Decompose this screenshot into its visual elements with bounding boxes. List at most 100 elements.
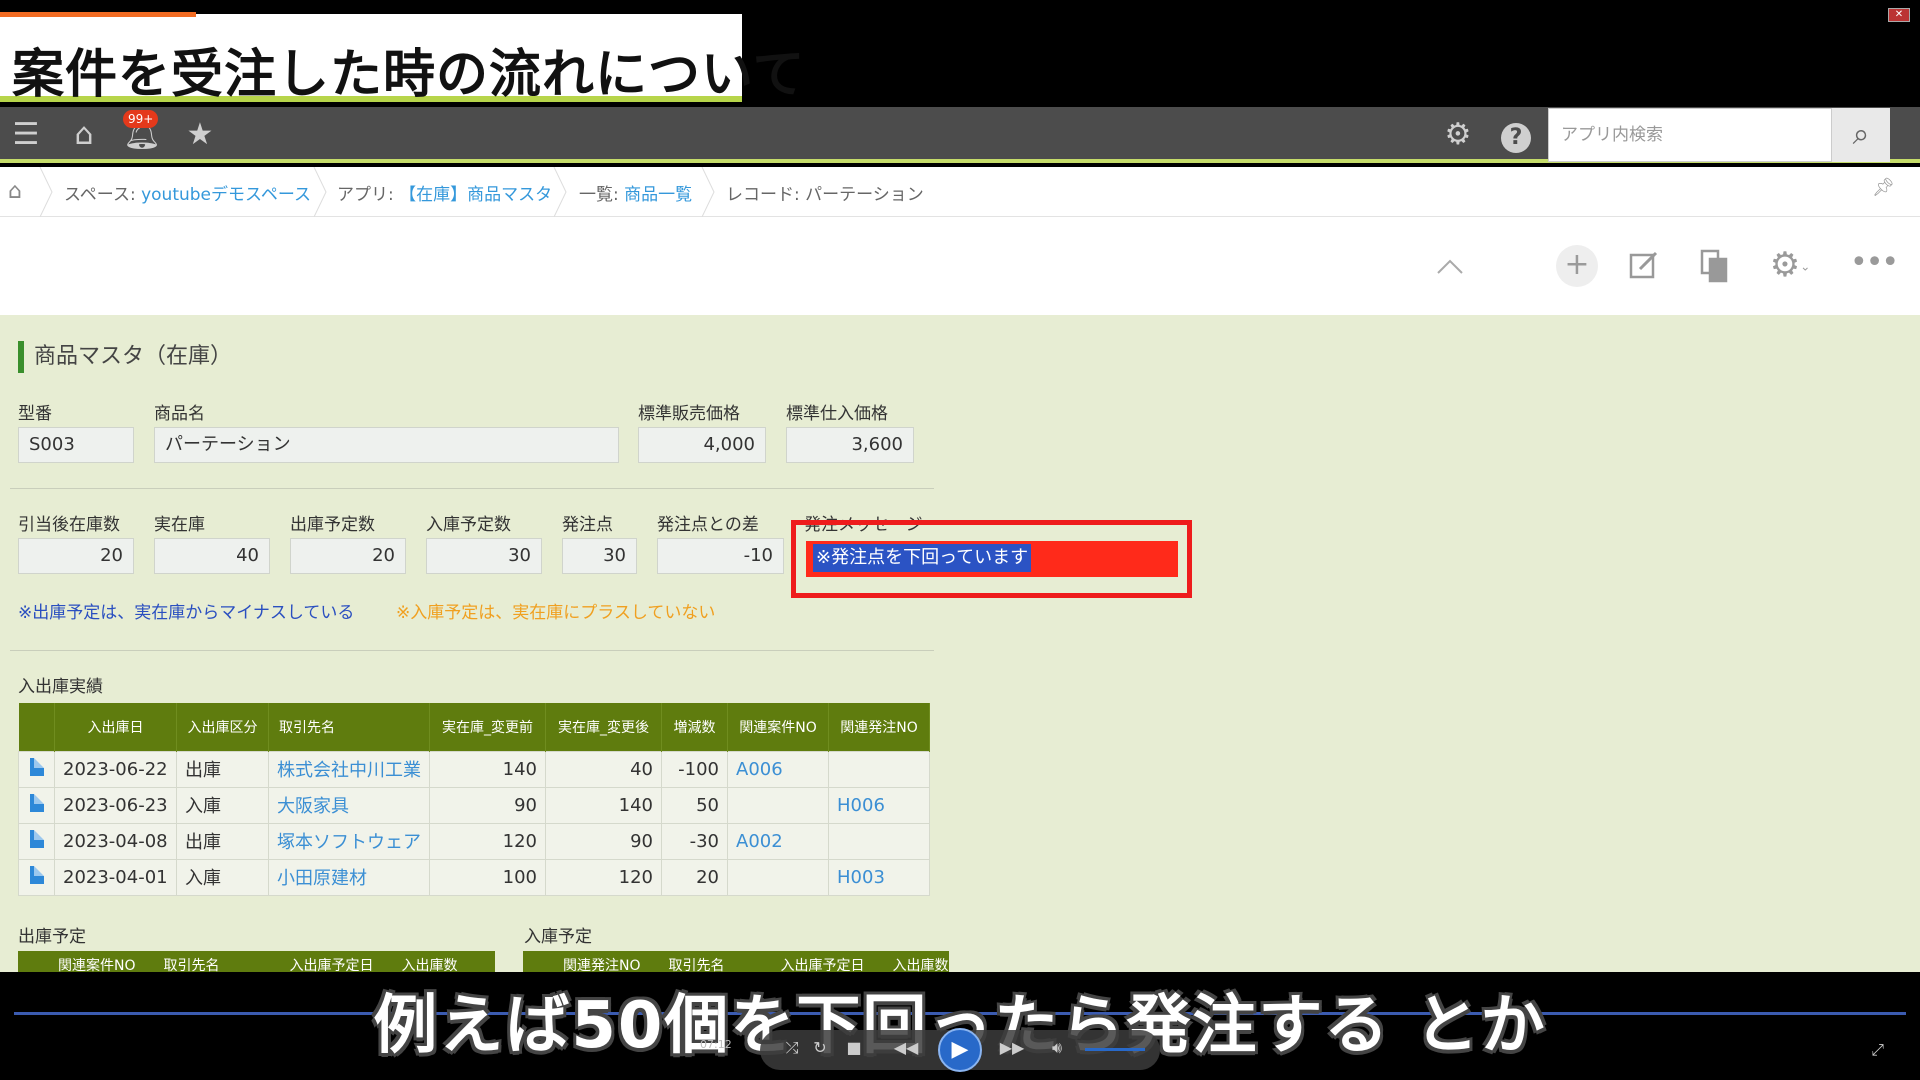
home-icon[interactable]: ⌂ bbox=[64, 115, 104, 155]
product-name-label: 商品名 bbox=[154, 404, 205, 424]
actual-stock-label: 実在庫 bbox=[154, 515, 205, 535]
out-plan-table-header: 関連案件NO 取引先名 入出庫予定日 入出庫数 bbox=[18, 951, 495, 972]
table-cell-partner-link[interactable]: 塚本ソフトウェア bbox=[268, 822, 430, 860]
breadcrumb-space-prefix: スペース: bbox=[64, 185, 142, 205]
record-file-icon[interactable] bbox=[18, 786, 55, 824]
collapse-chevron-icon[interactable] bbox=[1430, 247, 1470, 287]
breadcrumb-space[interactable]: スペース: youtubeデモスペース bbox=[64, 180, 311, 205]
table-header-icon-col bbox=[18, 703, 55, 751]
record-file-icon[interactable] bbox=[18, 750, 55, 788]
fullscreen-icon[interactable]: ⤢ bbox=[1871, 1040, 1884, 1060]
table-cell-date: 2023-06-23 bbox=[54, 786, 177, 824]
table-cell-case-link[interactable] bbox=[727, 786, 829, 824]
edit-record-icon[interactable] bbox=[1622, 243, 1666, 287]
table-cell-delta: 50 bbox=[661, 786, 728, 824]
table-cell-order-link[interactable]: H003 bbox=[828, 858, 930, 896]
reorder-point-field: 30 bbox=[562, 538, 637, 574]
gear-icon[interactable]: ⚙ bbox=[1438, 115, 1478, 155]
breadcrumb-app-link[interactable]: 【在庫】商品マスタ bbox=[399, 185, 552, 205]
table-cell-before: 120 bbox=[429, 822, 546, 860]
breadcrumb-list[interactable]: 一覧: 商品一覧 bbox=[579, 180, 692, 205]
record-toolbar: + ⚙⌄ ••• bbox=[0, 217, 1920, 315]
table-cell-after: 40 bbox=[545, 750, 662, 788]
volume-slider[interactable] bbox=[1085, 1048, 1145, 1051]
table-cell-type: 出庫 bbox=[176, 822, 269, 860]
play-icon[interactable]: ▶ bbox=[938, 1028, 982, 1072]
add-record-icon[interactable]: + bbox=[1556, 245, 1598, 287]
table-cell-case-link[interactable]: A006 bbox=[727, 750, 829, 788]
app-search-input[interactable]: アプリ内検索 bbox=[1548, 108, 1832, 162]
product-name-field: パーテーション bbox=[154, 427, 619, 463]
after-stock-field: 20 bbox=[18, 538, 134, 574]
table-header: 関連発注NO bbox=[828, 703, 930, 751]
table-row[interactable]: 2023-04-08 出庫 塚本ソフトウェア 120 90 -30 A002 bbox=[18, 822, 930, 860]
breadcrumb-list-link[interactable]: 商品一覧 bbox=[624, 185, 692, 205]
in-plan-table-title: 入庫予定 bbox=[524, 927, 592, 947]
table-cell-date: 2023-06-22 bbox=[54, 750, 177, 788]
menu-icon[interactable]: ☰ bbox=[6, 115, 46, 155]
help-icon[interactable]: ? bbox=[1496, 115, 1536, 155]
breadcrumb-separator bbox=[312, 166, 328, 218]
table-cell-partner-link[interactable]: 大阪家具 bbox=[268, 786, 430, 824]
table-cell-delta: 20 bbox=[661, 858, 728, 896]
table-cell-before: 140 bbox=[429, 750, 546, 788]
table-header: 取引先名 bbox=[268, 703, 430, 751]
volume-icon[interactable]: 🔊︎ bbox=[1045, 1038, 1069, 1058]
title-card: 案件を受注した時の流れについて bbox=[0, 12, 804, 105]
breadcrumb-separator bbox=[38, 166, 54, 218]
table-cell-type: 出庫 bbox=[176, 750, 269, 788]
table-header: 入出庫日 bbox=[54, 703, 177, 751]
record-file-icon[interactable] bbox=[18, 822, 55, 860]
table-row[interactable]: 2023-06-23 入庫 大阪家具 90 140 50 H006 bbox=[18, 786, 930, 824]
in-plan-field: 30 bbox=[426, 538, 542, 574]
reorder-point-label: 発注点 bbox=[562, 515, 613, 535]
table-cell-type: 入庫 bbox=[176, 786, 269, 824]
model-field: S003 bbox=[18, 427, 134, 463]
rewind-icon[interactable]: ◀◀ bbox=[888, 1038, 924, 1057]
breadcrumb-home-icon[interactable]: ⌂ bbox=[8, 179, 22, 204]
breadcrumb-app[interactable]: アプリ: 【在庫】商品マスタ bbox=[337, 180, 552, 205]
table-cell-partner-link[interactable]: 小田原建材 bbox=[268, 858, 430, 896]
table-row[interactable]: 2023-06-22 出庫 株式会社中川工業 140 40 -100 A006 bbox=[18, 750, 930, 788]
table-cell-order-link[interactable] bbox=[828, 822, 930, 860]
record-file-icon[interactable] bbox=[18, 858, 55, 896]
video-title: 案件を受注した時の流れについて bbox=[12, 45, 806, 105]
table-cell-order-link[interactable]: H006 bbox=[828, 786, 930, 824]
fast-forward-icon[interactable]: ▶▶ bbox=[994, 1038, 1030, 1057]
table-cell-case-link[interactable]: A002 bbox=[727, 822, 829, 860]
breadcrumb-record: レコード: パーテーション bbox=[726, 185, 924, 205]
shuffle-icon[interactable]: ⤮ bbox=[782, 1038, 802, 1058]
table-cell-case-link[interactable] bbox=[727, 858, 829, 896]
more-options-icon[interactable]: ••• bbox=[1850, 243, 1899, 287]
table-cell-order-link[interactable] bbox=[828, 750, 930, 788]
table-header: 関連案件NO bbox=[727, 703, 829, 751]
video-title-banner: 案件を受注した時の流れについて ✕ bbox=[0, 0, 1920, 105]
reorder-diff-field: -10 bbox=[657, 538, 784, 574]
table-header: 実在庫_変更後 bbox=[545, 703, 662, 751]
stop-icon[interactable]: ■ bbox=[844, 1038, 864, 1057]
divider bbox=[10, 650, 934, 651]
star-icon[interactable]: ★ bbox=[180, 115, 220, 155]
player-controls: ⤮ ↻ ■ ◀◀ ▶ ▶▶ 🔊︎ bbox=[760, 1028, 1160, 1072]
in-plan-table-header: 関連発注NO 取引先名 入出庫予定日 入出庫数 bbox=[523, 951, 949, 972]
after-stock-label: 引当後在庫数 bbox=[18, 515, 120, 535]
settings-dropdown-icon[interactable]: ⚙⌄ bbox=[1760, 243, 1820, 287]
window-close-icon[interactable]: ✕ bbox=[1888, 8, 1910, 22]
sale-price-field: 4,000 bbox=[638, 427, 766, 463]
search-icon[interactable]: ⌕ bbox=[1832, 108, 1890, 162]
breadcrumb-app-prefix: アプリ: bbox=[337, 185, 400, 205]
group-title: 商品マスタ（在庫） bbox=[18, 341, 232, 373]
table-row[interactable]: 2023-04-01 入庫 小田原建材 100 120 20 H003 bbox=[18, 858, 930, 896]
repeat-icon[interactable]: ↻ bbox=[810, 1038, 830, 1057]
video-player-bar: 例えば50個を下回ったら発注する とか 07:12 ⤮ ↻ ■ ◀◀ ▶ ▶▶ … bbox=[0, 972, 1920, 1080]
breadcrumb-separator bbox=[552, 166, 568, 218]
notification-badge: 99+ bbox=[123, 110, 159, 128]
out-plan-label: 出庫予定数 bbox=[290, 515, 375, 535]
actual-stock-field: 40 bbox=[154, 538, 270, 574]
breadcrumb-space-link[interactable]: youtubeデモスペース bbox=[141, 185, 311, 205]
table-cell-before: 90 bbox=[429, 786, 546, 824]
pin-icon[interactable]: 📌︎ bbox=[1872, 177, 1895, 198]
table-cell-partner-link[interactable]: 株式会社中川工業 bbox=[268, 750, 430, 788]
breadcrumb: ⌂ スペース: youtubeデモスペース アプリ: 【在庫】商品マスタ 一覧:… bbox=[0, 166, 1920, 218]
duplicate-record-icon[interactable] bbox=[1692, 243, 1736, 287]
